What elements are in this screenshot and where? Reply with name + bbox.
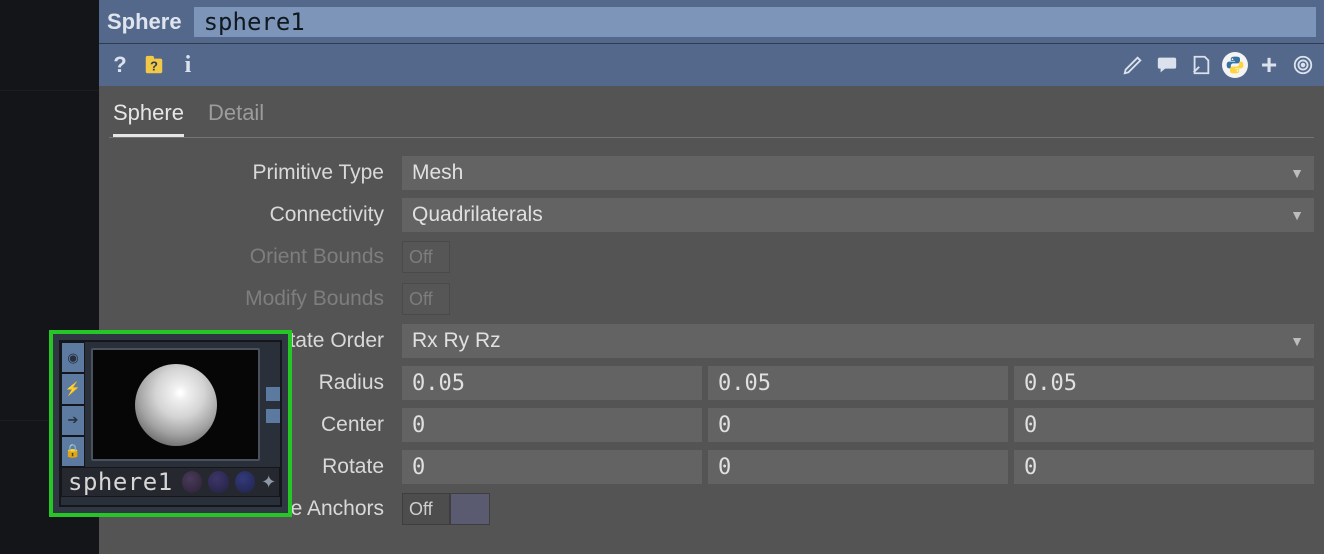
label-orient-bounds: Orient Bounds [109, 245, 394, 269]
node-dot-1[interactable] [182, 471, 203, 493]
help-file-icon[interactable]: ? [141, 52, 167, 78]
node-label[interactable]: sphere1 [62, 468, 179, 496]
node-inner: ◉ ⚡ ➔ 🔒 sphere1 [59, 340, 282, 507]
node-dot-2[interactable] [208, 471, 229, 493]
input-rotate-z[interactable] [1014, 450, 1314, 484]
node-preview [91, 348, 260, 461]
network-viewport[interactable]: ◉ ⚡ ➔ 🔒 sphere1 [0, 0, 99, 554]
select-rotate-order[interactable]: Rx Ry Rz ▼ [402, 324, 1314, 358]
node-lock-flag[interactable]: 🔒 [61, 436, 85, 467]
panel-header: Sphere [99, 0, 1324, 44]
label-connectivity: Connectivity [109, 203, 394, 227]
python-icon[interactable] [1222, 52, 1248, 78]
sphere-thumbnail [135, 364, 217, 446]
svg-text:?: ? [150, 59, 158, 74]
operator-name-input[interactable] [194, 7, 1316, 37]
label-primitive-type: Primitive Type [109, 161, 394, 185]
pencil-icon[interactable] [1120, 52, 1146, 78]
node-render-flag[interactable] [266, 409, 280, 423]
node-output-flag[interactable]: ➔ [61, 405, 85, 436]
select-connectivity-value: Quadrilaterals [412, 203, 543, 227]
node-star-icon[interactable]: ✦ [258, 472, 279, 493]
plus-icon[interactable]: + [1256, 52, 1282, 78]
note-icon[interactable] [1188, 52, 1214, 78]
input-center-z[interactable] [1014, 408, 1314, 442]
help-icon[interactable]: ? [107, 52, 133, 78]
node-flag-stack: ◉ ⚡ ➔ 🔒 [61, 342, 85, 467]
operator-type-label: Sphere [107, 9, 182, 35]
target-icon[interactable] [1290, 52, 1316, 78]
panel-toolbar: ? ? i + [99, 44, 1324, 86]
input-rotate-x[interactable] [402, 450, 702, 484]
tab-sphere[interactable]: Sphere [113, 100, 184, 137]
input-center-x[interactable] [402, 408, 702, 442]
toggle-modify-bounds: Off [402, 283, 450, 315]
input-rotate-y[interactable] [708, 450, 1008, 484]
tab-detail[interactable]: Detail [208, 100, 264, 137]
node-dot-3[interactable] [235, 471, 256, 493]
node-display-flag[interactable] [266, 387, 280, 401]
select-rotate-order-value: Rx Ry Rz [412, 329, 501, 353]
toggle-reverse-anchors-value: Off [402, 493, 450, 525]
toggle-orient-bounds: Off [402, 241, 450, 273]
chevron-down-icon: ▼ [1290, 207, 1304, 223]
tab-underline [109, 137, 1314, 138]
node-side-flags [266, 342, 280, 467]
select-primitive-type-value: Mesh [412, 161, 463, 185]
tab-bar: Sphere Detail [109, 86, 1314, 137]
input-radius-y[interactable] [708, 366, 1008, 400]
node-cook-flag[interactable]: ◉ [61, 342, 85, 373]
toggle-reverse-anchors[interactable]: Off [402, 493, 490, 525]
comment-icon[interactable] [1154, 52, 1180, 78]
toggle-reverse-anchors-handle [450, 493, 490, 525]
chevron-down-icon: ▼ [1290, 333, 1304, 349]
node-footer: sphere1 ✦ [61, 467, 280, 497]
node-sphere[interactable]: ◉ ⚡ ➔ 🔒 sphere1 [49, 330, 292, 517]
select-connectivity[interactable]: Quadrilaterals ▼ [402, 198, 1314, 232]
label-modify-bounds: Modify Bounds [109, 287, 394, 311]
chevron-down-icon: ▼ [1290, 165, 1304, 181]
input-radius-z[interactable] [1014, 366, 1314, 400]
input-radius-x[interactable] [402, 366, 702, 400]
select-primitive-type[interactable]: Mesh ▼ [402, 156, 1314, 190]
node-bypass-flag[interactable]: ⚡ [61, 373, 85, 404]
input-center-y[interactable] [708, 408, 1008, 442]
info-icon[interactable]: i [175, 52, 201, 78]
